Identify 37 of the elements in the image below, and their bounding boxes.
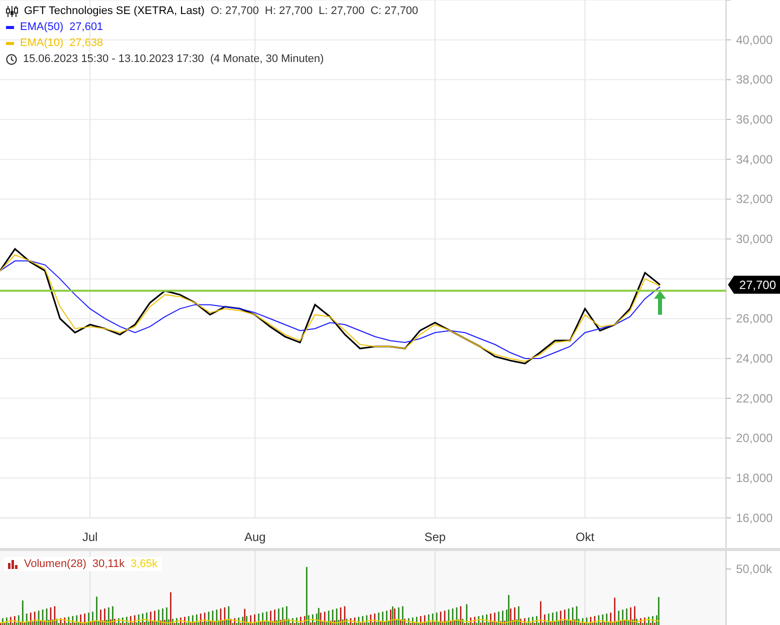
axis-label: Aug: [244, 530, 266, 544]
axis-label: 18,000: [736, 470, 773, 485]
axis-label: Okt: [576, 530, 594, 544]
axis-label: Jul: [82, 530, 98, 544]
volume-label: Volumen(28): [24, 558, 86, 570]
legend-swatch: [6, 42, 14, 44]
axis-label: 40,000: [736, 32, 773, 47]
quote-value: O: 27,700: [210, 5, 259, 17]
axis-label: 50,00k: [736, 562, 772, 576]
axis-label: Sep: [424, 530, 446, 544]
axis-label: 26,000: [736, 312, 773, 326]
date-range: 15.06.2023 15:30 - 13.10.2023 17:30: [23, 53, 204, 65]
axis-label: 36,000: [736, 112, 773, 126]
candlestick-icon: [6, 6, 18, 16]
bar-chart-icon: [8, 560, 18, 568]
indicator-value: 27,638: [69, 37, 104, 49]
quote-value: C: 27,700: [370, 5, 418, 17]
period-note: (4 Monate, 30 Minuten): [210, 53, 324, 65]
axis-label: 22,000: [736, 391, 773, 406]
chart-title: GFT Technologies SE (XETRA, Last): [24, 5, 205, 17]
axis-label: 20,000: [736, 431, 773, 446]
quote-value: L: 27,700: [318, 5, 364, 17]
axis-label: 38,000: [736, 72, 773, 87]
axis-label: 30,000: [736, 232, 773, 246]
volume-average: 3,65k: [130, 558, 158, 570]
axis-label: 24,000: [736, 351, 773, 366]
axis-label: 32,000: [736, 192, 773, 206]
indicator-label: EMA(50): [20, 21, 64, 33]
axis-label: 34,000: [736, 152, 773, 166]
price-tag: 27,700: [728, 276, 780, 294]
legend-swatch: [6, 26, 14, 28]
volume-value: 30,11k: [92, 558, 125, 570]
axis-label: 16,000: [736, 510, 773, 525]
indicator-value: 27,601: [69, 21, 104, 33]
clock-icon: [6, 54, 17, 64]
quote-value: H: 27,700: [264, 5, 313, 17]
indicator-label: EMA(10): [20, 37, 64, 49]
